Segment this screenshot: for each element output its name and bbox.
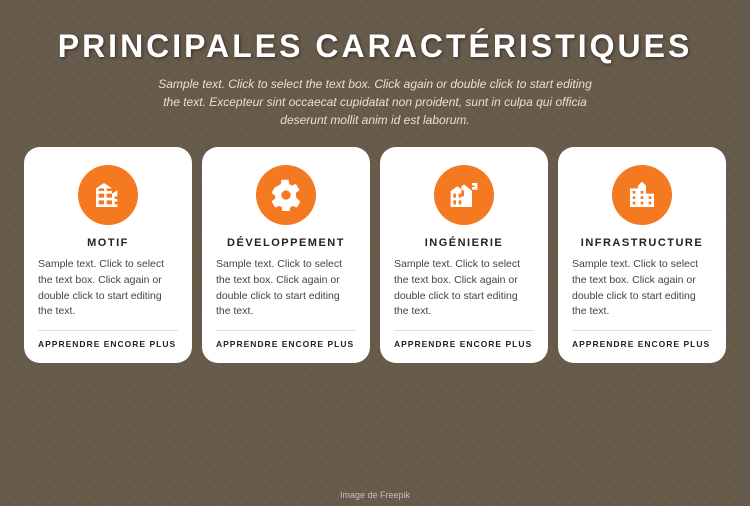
- motif-link[interactable]: APPRENDRE ENCORE PLUS: [38, 330, 178, 349]
- card-developpement: DÉVELOPPEMENT Sample text. Click to sele…: [202, 147, 370, 363]
- ingenierie-icon-circle: [434, 165, 494, 225]
- chart-building-icon: [448, 179, 480, 211]
- infrastructure-icon-circle: [612, 165, 672, 225]
- ingenierie-body: Sample text. Click to select the text bo…: [394, 257, 534, 320]
- main-content: PRINCIPALES CARACTÉRISTIQUES Sample text…: [0, 0, 750, 373]
- cards-row: MOTIF Sample text. Click to select the t…: [20, 147, 730, 363]
- infrastructure-title: INFRASTRUCTURE: [581, 237, 703, 249]
- motif-title: MOTIF: [87, 237, 129, 249]
- ingenierie-title: INGÉNIERIE: [425, 237, 504, 249]
- card-ingenierie: INGÉNIERIE Sample text. Click to select …: [380, 147, 548, 363]
- page-background: PRINCIPALES CARACTÉRISTIQUES Sample text…: [0, 0, 750, 506]
- page-subtitle: Sample text. Click to select the text bo…: [155, 75, 595, 129]
- developpement-body: Sample text. Click to select the text bo…: [216, 257, 356, 320]
- card-infrastructure: INFRASTRUCTURE Sample text. Click to sel…: [558, 147, 726, 363]
- developpement-icon-circle: [256, 165, 316, 225]
- infrastructure-link[interactable]: APPRENDRE ENCORE PLUS: [572, 330, 712, 349]
- building-icon: [92, 179, 124, 211]
- developpement-title: DÉVELOPPEMENT: [227, 237, 345, 249]
- motif-icon-circle: [78, 165, 138, 225]
- ingenierie-link[interactable]: APPRENDRE ENCORE PLUS: [394, 330, 534, 349]
- image-credit: Image de Freepik: [340, 490, 410, 500]
- city-icon: [626, 179, 658, 211]
- infrastructure-body: Sample text. Click to select the text bo…: [572, 257, 712, 320]
- page-title: PRINCIPALES CARACTÉRISTIQUES: [58, 28, 693, 65]
- gear-icon: [270, 179, 302, 211]
- card-motif: MOTIF Sample text. Click to select the t…: [24, 147, 192, 363]
- developpement-link[interactable]: APPRENDRE ENCORE PLUS: [216, 330, 356, 349]
- motif-body: Sample text. Click to select the text bo…: [38, 257, 178, 320]
